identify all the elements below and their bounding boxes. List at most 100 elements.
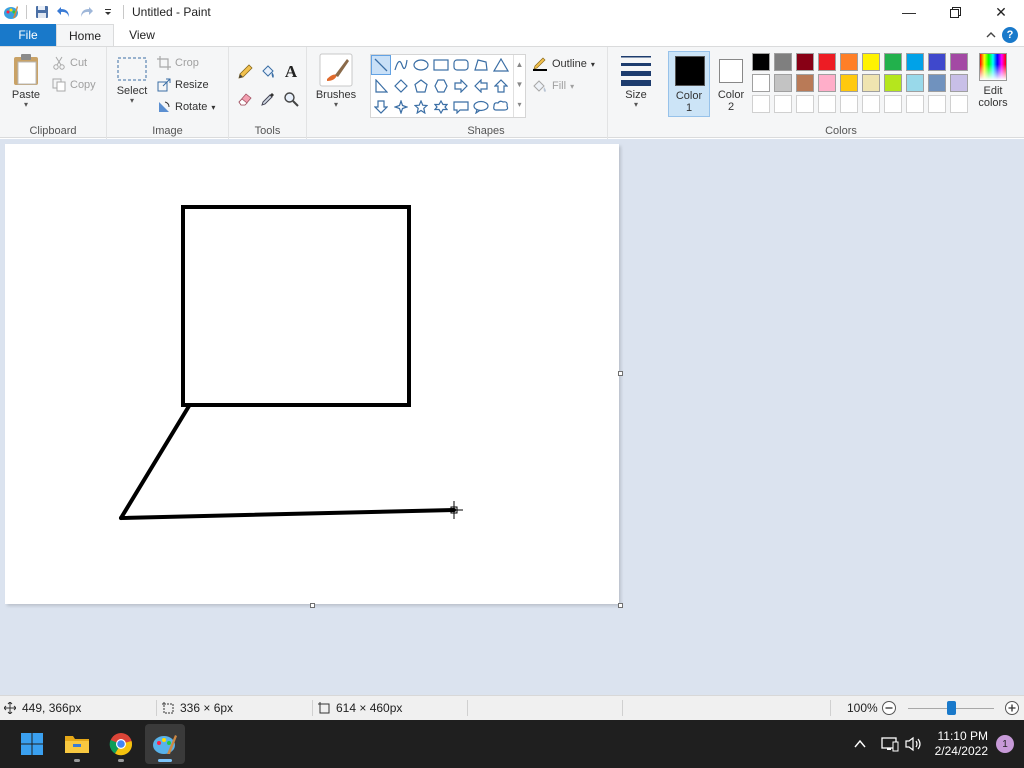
color1-button[interactable]: Color 1	[668, 51, 710, 117]
customize-qa-chevron-icon[interactable]	[97, 1, 119, 23]
pencil-icon[interactable]	[235, 62, 255, 82]
tab-file[interactable]: File	[0, 24, 56, 46]
palette-swatch[interactable]	[796, 53, 814, 71]
rectangular-callout-shape-icon[interactable]	[451, 97, 471, 117]
rounded-rectangle-shape-icon[interactable]	[451, 55, 471, 75]
resize-button[interactable]: Resize	[157, 75, 209, 95]
rotate-button[interactable]: Rotate ▾	[157, 97, 215, 117]
palette-swatch[interactable]	[840, 74, 858, 92]
five-point-star-shape-icon[interactable]	[411, 97, 431, 117]
palette-swatch[interactable]	[906, 53, 924, 71]
collapse-ribbon-chevron-icon[interactable]	[986, 31, 996, 39]
up-arrow-shape-icon[interactable]	[491, 76, 511, 96]
crop-button[interactable]: Crop	[157, 53, 199, 73]
rectangle-shape-icon[interactable]	[431, 55, 451, 75]
palette-swatch[interactable]	[862, 74, 880, 92]
palette-swatch[interactable]	[752, 53, 770, 71]
custom-color-slot[interactable]	[840, 95, 858, 113]
polygon-shape-icon[interactable]	[471, 55, 491, 75]
triangle-shape-icon[interactable]	[491, 55, 511, 75]
diamond-shape-icon[interactable]	[391, 76, 411, 96]
size-button[interactable]: Size ▾	[618, 53, 654, 109]
palette-swatch[interactable]	[950, 53, 968, 71]
palette-swatch[interactable]	[818, 53, 836, 71]
help-button[interactable]: ?	[1002, 27, 1018, 43]
resize-handle-corner[interactable]	[618, 603, 623, 608]
palette-swatch[interactable]	[884, 53, 902, 71]
cloud-callout-shape-icon[interactable]	[491, 97, 511, 117]
six-point-star-shape-icon[interactable]	[431, 97, 451, 117]
line-shape-icon[interactable]	[371, 55, 391, 75]
edit-colors-button[interactable]: Edit colors	[974, 53, 1012, 109]
maximize-button[interactable]	[932, 0, 978, 24]
tab-home[interactable]: Home	[56, 24, 114, 46]
brushes-button[interactable]: Brushes ▾	[313, 53, 359, 109]
custom-color-slot[interactable]	[884, 95, 902, 113]
network-icon[interactable]	[880, 736, 899, 752]
drawing-canvas[interactable]	[5, 144, 619, 604]
custom-color-slot[interactable]	[796, 95, 814, 113]
paint-taskbar-button[interactable]	[145, 724, 185, 764]
four-point-star-shape-icon[interactable]	[391, 97, 411, 117]
palette-swatch[interactable]	[796, 74, 814, 92]
custom-color-slot[interactable]	[862, 95, 880, 113]
right-arrow-shape-icon[interactable]	[451, 76, 471, 96]
fill-bucket-icon[interactable]	[258, 62, 278, 82]
palette-swatch[interactable]	[774, 74, 792, 92]
palette-swatch[interactable]	[840, 53, 858, 71]
down-arrow-shape-icon[interactable]	[371, 97, 391, 117]
zoom-slider-thumb[interactable]	[946, 701, 956, 715]
select-button[interactable]: Select ▾	[115, 55, 149, 105]
palette-swatch[interactable]	[862, 53, 880, 71]
close-button[interactable]: ✕	[978, 0, 1024, 24]
custom-color-slot[interactable]	[906, 95, 924, 113]
hexagon-shape-icon[interactable]	[431, 76, 451, 96]
file-explorer-taskbar-button[interactable]	[57, 724, 97, 764]
paste-button[interactable]: Paste ▾	[8, 53, 44, 109]
tab-view[interactable]: View	[114, 24, 170, 46]
cut-button[interactable]: Cut	[52, 53, 87, 73]
text-icon[interactable]: A	[281, 62, 301, 82]
clock[interactable]: 11:10 PM 2/24/2022	[935, 729, 988, 759]
pentagon-shape-icon[interactable]	[411, 76, 431, 96]
copy-button[interactable]: Copy	[52, 75, 96, 95]
left-arrow-shape-icon[interactable]	[471, 76, 491, 96]
resize-handle-right[interactable]	[618, 371, 623, 376]
custom-color-slot[interactable]	[950, 95, 968, 113]
eraser-icon[interactable]	[235, 89, 255, 109]
right-triangle-shape-icon[interactable]	[371, 76, 391, 96]
shapes-scrollbar[interactable]: ▲ ▼ ▾	[513, 55, 525, 117]
color2-button[interactable]: Color 2	[712, 51, 750, 117]
show-hidden-icons-chevron-icon[interactable]	[853, 737, 867, 751]
undo-icon[interactable]	[53, 1, 75, 23]
notification-badge[interactable]: 1	[996, 735, 1014, 753]
color-picker-icon[interactable]	[258, 89, 278, 109]
zoom-in-button[interactable]	[1004, 696, 1020, 720]
outline-button[interactable]: Outline ▾	[532, 54, 595, 74]
zoom-out-button[interactable]	[881, 696, 897, 720]
custom-color-slot[interactable]	[928, 95, 946, 113]
oval-shape-icon[interactable]	[411, 55, 431, 75]
chrome-taskbar-button[interactable]	[101, 724, 141, 764]
start-button[interactable]	[12, 724, 52, 764]
palette-swatch[interactable]	[884, 74, 902, 92]
minimize-button[interactable]: —	[886, 0, 932, 24]
magnifier-icon[interactable]	[281, 89, 301, 109]
resize-handle-bottom[interactable]	[310, 603, 315, 608]
curve-shape-icon[interactable]	[391, 55, 411, 75]
palette-swatch[interactable]	[752, 74, 770, 92]
oval-callout-shape-icon[interactable]	[471, 97, 491, 117]
palette-swatch[interactable]	[950, 74, 968, 92]
palette-swatch[interactable]	[774, 53, 792, 71]
save-icon[interactable]	[31, 1, 53, 23]
palette-swatch[interactable]	[928, 74, 946, 92]
palette-swatch[interactable]	[818, 74, 836, 92]
paint-app-icon[interactable]	[0, 1, 22, 23]
palette-swatch[interactable]	[928, 53, 946, 71]
volume-icon[interactable]	[905, 736, 923, 752]
custom-color-slot[interactable]	[818, 95, 836, 113]
palette-swatch[interactable]	[906, 74, 924, 92]
fill-button[interactable]: Fill ▾	[532, 76, 574, 96]
custom-color-slot[interactable]	[774, 95, 792, 113]
redo-icon[interactable]	[75, 1, 97, 23]
